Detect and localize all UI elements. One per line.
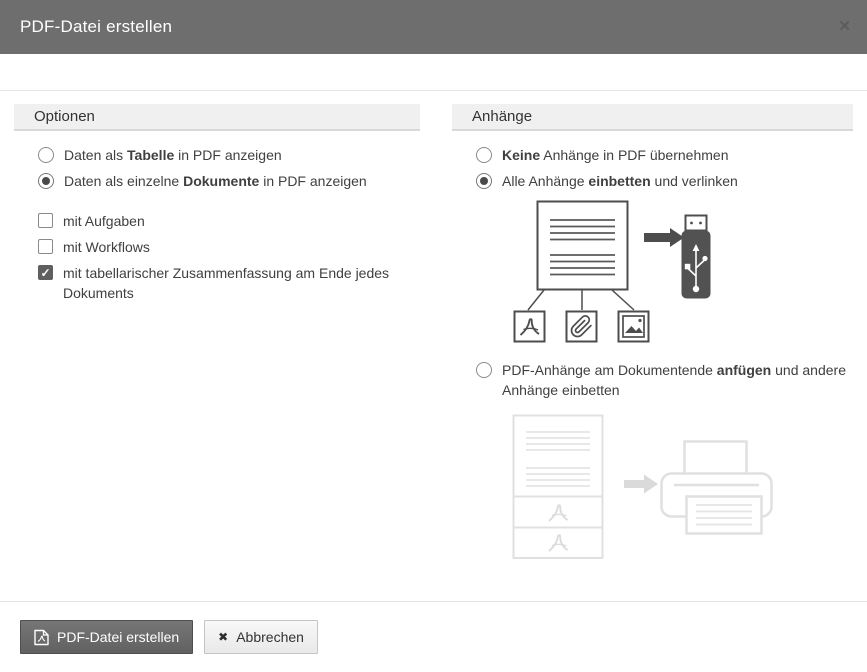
- arrow-right-icon: [644, 228, 684, 247]
- options-column: Optionen Daten als Tabelle in PDF anzeig…: [14, 104, 420, 560]
- printer-icon: [662, 442, 772, 534]
- radio-data-as-documents[interactable]: Daten als einzelne Dokumente in PDF anze…: [38, 171, 420, 191]
- dialog-body: Optionen Daten als Tabelle in PDF anzeig…: [14, 104, 853, 560]
- dialog-title: PDF-Datei erstellen: [20, 0, 172, 54]
- radio-embed-all[interactable]: Alle Anhänge einbetten und verlinken: [476, 171, 853, 191]
- usb-stick-icon: [682, 216, 711, 299]
- radio-label: Daten als einzelne Dokumente in PDF anze…: [64, 171, 367, 191]
- checkbox-with-workflows[interactable]: ✓ mit Workflows: [38, 237, 420, 257]
- footer: PDF-Datei erstellen ✖ Abbrechen: [20, 620, 318, 654]
- header-divider: [0, 90, 867, 91]
- checkbox-label: mit tabellarischer Zusammenfassung am En…: [63, 263, 420, 303]
- radio-data-as-table[interactable]: Daten als Tabelle in PDF anzeigen: [38, 145, 420, 165]
- embed-illustration: [512, 200, 716, 344]
- radio-circle-icon: [476, 173, 492, 189]
- radio-label: PDF-Anhänge am Dokumentende anfügen und …: [502, 360, 853, 400]
- paperclip-attachment-icon: [567, 312, 597, 342]
- checkbox-with-summary[interactable]: ✓ mit tabellarischer Zusammenfassung am …: [38, 263, 420, 303]
- radio-circle-icon: [38, 173, 54, 189]
- attachments-column: Anhänge Keine Anhänge in PDF übernehmen …: [452, 104, 853, 560]
- options-radio-group: Daten als Tabelle in PDF anzeigen Daten …: [14, 145, 420, 191]
- pdf-attachment-icon: [515, 312, 545, 342]
- radio-label: Keine Anhänge in PDF übernehmen: [502, 145, 728, 165]
- cancel-button[interactable]: ✖ Abbrechen: [204, 620, 318, 654]
- checkbox-icon: ✓: [38, 239, 53, 254]
- document-stack-icon: [514, 416, 603, 559]
- radio-no-attachments[interactable]: Keine Anhänge in PDF übernehmen: [476, 145, 853, 165]
- close-icon[interactable]: ✕: [838, 0, 851, 54]
- radio-circle-icon: [476, 147, 492, 163]
- radio-label: Daten als Tabelle in PDF anzeigen: [64, 145, 282, 165]
- checkbox-icon: ✓: [38, 213, 53, 228]
- checkbox-with-tasks[interactable]: ✓ mit Aufgaben: [38, 211, 420, 231]
- checkbox-label: mit Workflows: [63, 237, 150, 257]
- radio-circle-icon: [476, 362, 492, 378]
- attachments-section-header: Anhänge: [452, 104, 853, 131]
- dialog-header: PDF-Datei erstellen ✕: [0, 0, 867, 54]
- footer-divider: [0, 601, 867, 602]
- checkbox-label: mit Aufgaben: [63, 211, 145, 231]
- radio-label: Alle Anhänge einbetten und verlinken: [502, 171, 738, 191]
- create-pdf-button[interactable]: PDF-Datei erstellen: [20, 620, 193, 654]
- pdf-file-icon: [34, 629, 49, 646]
- create-pdf-dialog: PDF-Datei erstellen ✕ Optionen Daten als…: [0, 0, 867, 672]
- options-checkbox-group: ✓ mit Aufgaben ✓ mit Workflows ✓ mit tab…: [14, 211, 420, 303]
- attachments-radio-group: Keine Anhänge in PDF übernehmen Alle Anh…: [452, 145, 853, 560]
- create-pdf-label: PDF-Datei erstellen: [57, 629, 179, 645]
- options-section-header: Optionen: [14, 104, 420, 131]
- radio-append-pdf[interactable]: PDF-Anhänge am Dokumentende anfügen und …: [476, 360, 853, 400]
- cancel-x-icon: ✖: [218, 630, 228, 644]
- cancel-label: Abbrechen: [236, 629, 304, 645]
- checkbox-icon: ✓: [38, 265, 53, 280]
- radio-circle-icon: [38, 147, 54, 163]
- document-icon: [538, 202, 628, 290]
- append-illustration: [512, 414, 782, 560]
- image-attachment-icon: [619, 312, 649, 342]
- arrow-right-disabled-icon: [624, 475, 658, 494]
